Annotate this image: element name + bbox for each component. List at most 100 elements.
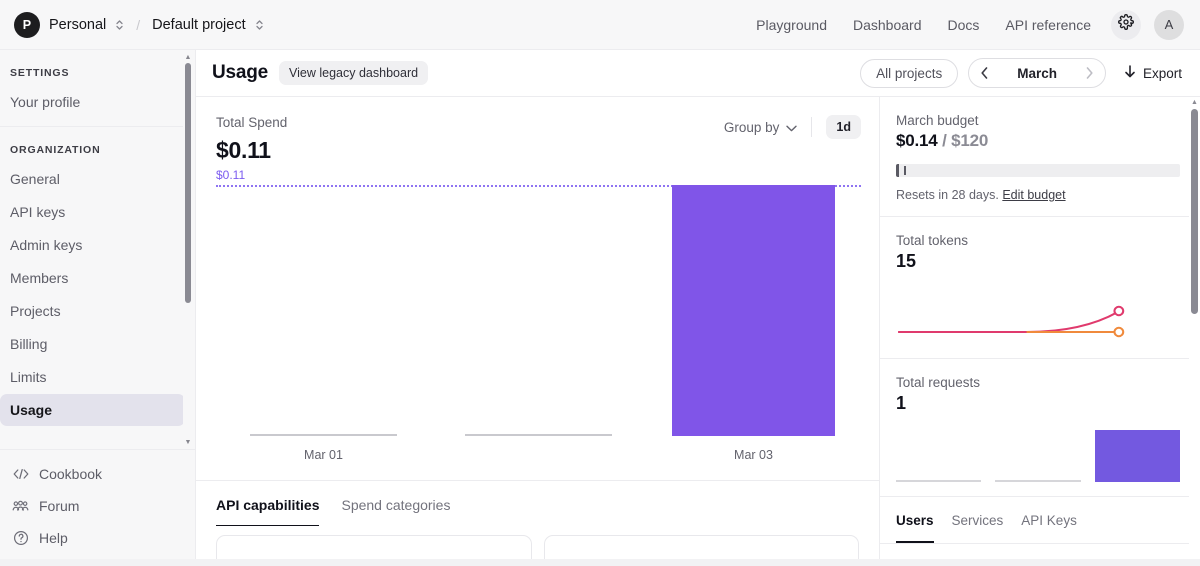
sidebar-item-api-keys[interactable]: API keys <box>0 196 185 228</box>
budget-label: March budget <box>896 113 979 128</box>
settings-button[interactable] <box>1111 9 1141 40</box>
sidebar-item-label: Cookbook <box>39 466 103 482</box>
sidebar-scroll-area: SETTINGS Your profile ORGANIZATION Gener… <box>0 50 195 449</box>
top-nav: Playground Dashboard Docs API reference <box>756 17 1091 33</box>
chart-bar-column[interactable] <box>216 185 431 436</box>
org-avatar: P <box>14 11 40 38</box>
page-header: Usage View legacy dashboard All projects… <box>196 50 1200 97</box>
chart-bar[interactable] <box>250 434 397 436</box>
sidebar-item-billing[interactable]: Billing <box>0 328 185 360</box>
sidebar-heading-organization: ORGANIZATION <box>10 144 101 156</box>
scroll-down-arrow-icon[interactable]: ▼ <box>184 438 192 446</box>
total-requests-label: Total requests <box>896 375 981 390</box>
view-legacy-dashboard-button[interactable]: View legacy dashboard <box>279 61 429 85</box>
sidebar-item-general[interactable]: General <box>0 163 185 195</box>
total-requests-card: Total requests 1 <box>880 359 1200 497</box>
total-tokens-label: Total tokens <box>896 233 969 248</box>
total-spend-card: Total Spend $0.11 Group by 1d $0.11 Mar … <box>196 97 879 480</box>
chart-bar-column[interactable] <box>646 185 861 436</box>
sidebar-item-help[interactable]: Help <box>10 522 185 554</box>
tokens-sparkline-svg <box>898 305 1125 338</box>
org-name-label: Personal <box>49 16 107 33</box>
summary-column: March budget $0.14 / $120 Resets in 28 d… <box>880 97 1200 566</box>
budget-card: March budget $0.14 / $120 Resets in 28 d… <box>880 97 1200 217</box>
question-circle-icon <box>12 530 29 546</box>
sidebar-item-forum[interactable]: Forum <box>10 490 185 522</box>
chart-bar-column[interactable] <box>431 185 646 436</box>
usage-dashboard-page: P Personal / Default project Playground … <box>0 0 1200 566</box>
requests-bar[interactable] <box>1094 430 1180 482</box>
sidebar: SETTINGS Your profile ORGANIZATION Gener… <box>0 50 196 566</box>
edit-budget-link[interactable]: Edit budget <box>1002 188 1065 202</box>
sidebar-footer: Cookbook Forum Help <box>0 449 195 566</box>
spend-column: Total Spend $0.11 Group by 1d $0.11 Mar … <box>196 97 880 566</box>
export-label: Export <box>1142 65 1182 81</box>
total-spend-label: Total Spend <box>216 115 288 130</box>
requests-bar-column[interactable] <box>995 430 1081 482</box>
budget-spent: $0.14 <box>896 131 938 150</box>
chart-bar[interactable] <box>465 434 612 436</box>
tab-spend-categories[interactable]: Spend categories <box>341 481 450 527</box>
requests-bar[interactable] <box>896 480 982 482</box>
budget-divider: / <box>942 131 947 150</box>
group-by-label: Group by <box>723 119 780 135</box>
sidebar-item-cookbook[interactable]: Cookbook <box>10 458 185 490</box>
sidebar-item-your-profile[interactable]: Your profile <box>0 86 185 118</box>
chart-bar[interactable] <box>671 185 836 436</box>
sidebar-item-usage[interactable]: Usage <box>0 394 185 426</box>
budget-progress-fill <box>896 164 899 177</box>
nav-playground[interactable]: Playground <box>756 17 827 33</box>
code-brackets-icon <box>12 468 29 480</box>
requests-bar[interactable] <box>995 480 1081 482</box>
nav-dashboard[interactable]: Dashboard <box>853 17 922 33</box>
project-name-label: Default project <box>152 16 246 33</box>
tab-services[interactable]: Services <box>952 513 1004 543</box>
sidebar-item-label: Forum <box>39 498 80 514</box>
tab-api-capabilities[interactable]: API capabilities <box>216 481 320 527</box>
page-body: SETTINGS Your profile ORGANIZATION Gener… <box>0 50 1200 566</box>
total-spend-titleblock: Total Spend $0.11 <box>216 115 287 164</box>
prev-month-button[interactable] <box>969 59 999 87</box>
page-bottom-edge <box>0 559 1200 566</box>
x-tick-label <box>431 448 646 462</box>
requests-bar-column[interactable] <box>896 430 982 482</box>
time-granularity-button[interactable]: 1d <box>826 115 861 139</box>
requests-bar-chart <box>896 430 1180 482</box>
tab-users[interactable]: Users <box>896 513 934 543</box>
org-switcher[interactable]: P Personal <box>14 11 124 38</box>
group-by-dropdown[interactable]: Group by <box>724 120 798 135</box>
sidebar-scrollbar-thumb[interactable] <box>185 63 191 303</box>
tokens-output-endpoint <box>1113 326 1125 338</box>
chart-plot-area <box>216 185 861 436</box>
export-button[interactable]: Export <box>1124 64 1182 82</box>
nav-api-reference[interactable]: API reference <box>1005 17 1091 33</box>
nav-docs[interactable]: Docs <box>947 17 979 33</box>
right-scrollbar-thumb[interactable] <box>1191 109 1198 314</box>
chevron-updown-icon <box>255 18 264 32</box>
scroll-up-arrow-icon[interactable]: ▲ <box>1191 98 1198 106</box>
all-projects-filter-button[interactable]: All projects <box>860 58 959 88</box>
left-tabs: API capabilities Spend categories <box>196 480 879 527</box>
breadcrumb-separator: / <box>136 16 141 33</box>
budget-reset-label: Resets in 28 days. <box>896 188 999 202</box>
tokens-input-endpoint <box>1113 305 1125 317</box>
budget-total: $120 <box>951 131 989 150</box>
sidebar-item-label: Help <box>39 530 68 546</box>
user-avatar[interactable]: A <box>1154 9 1184 40</box>
next-month-button[interactable] <box>1075 59 1105 87</box>
right-panel-scrollbar[interactable]: ▲ ▼ <box>1189 97 1200 566</box>
gear-icon <box>1118 14 1134 35</box>
sidebar-item-admin-keys[interactable]: Admin keys <box>0 229 185 261</box>
project-switcher[interactable]: Default project <box>152 17 264 33</box>
scroll-up-arrow-icon[interactable]: ▲ <box>184 53 192 61</box>
sidebar-item-members[interactable]: Members <box>0 262 185 294</box>
sidebar-item-limits[interactable]: Limits <box>0 361 185 393</box>
chart-max-label: $0.11 <box>216 168 246 182</box>
tab-api-keys[interactable]: API Keys <box>1021 513 1077 543</box>
sidebar-scrollbar[interactable]: ▲ ▼ <box>183 53 193 446</box>
sidebar-item-projects[interactable]: Projects <box>0 295 185 327</box>
requests-bar-column[interactable] <box>1094 430 1180 482</box>
chevron-down-icon <box>786 120 798 135</box>
chevron-updown-icon <box>115 18 124 32</box>
right-tabs-underline <box>880 543 1200 544</box>
